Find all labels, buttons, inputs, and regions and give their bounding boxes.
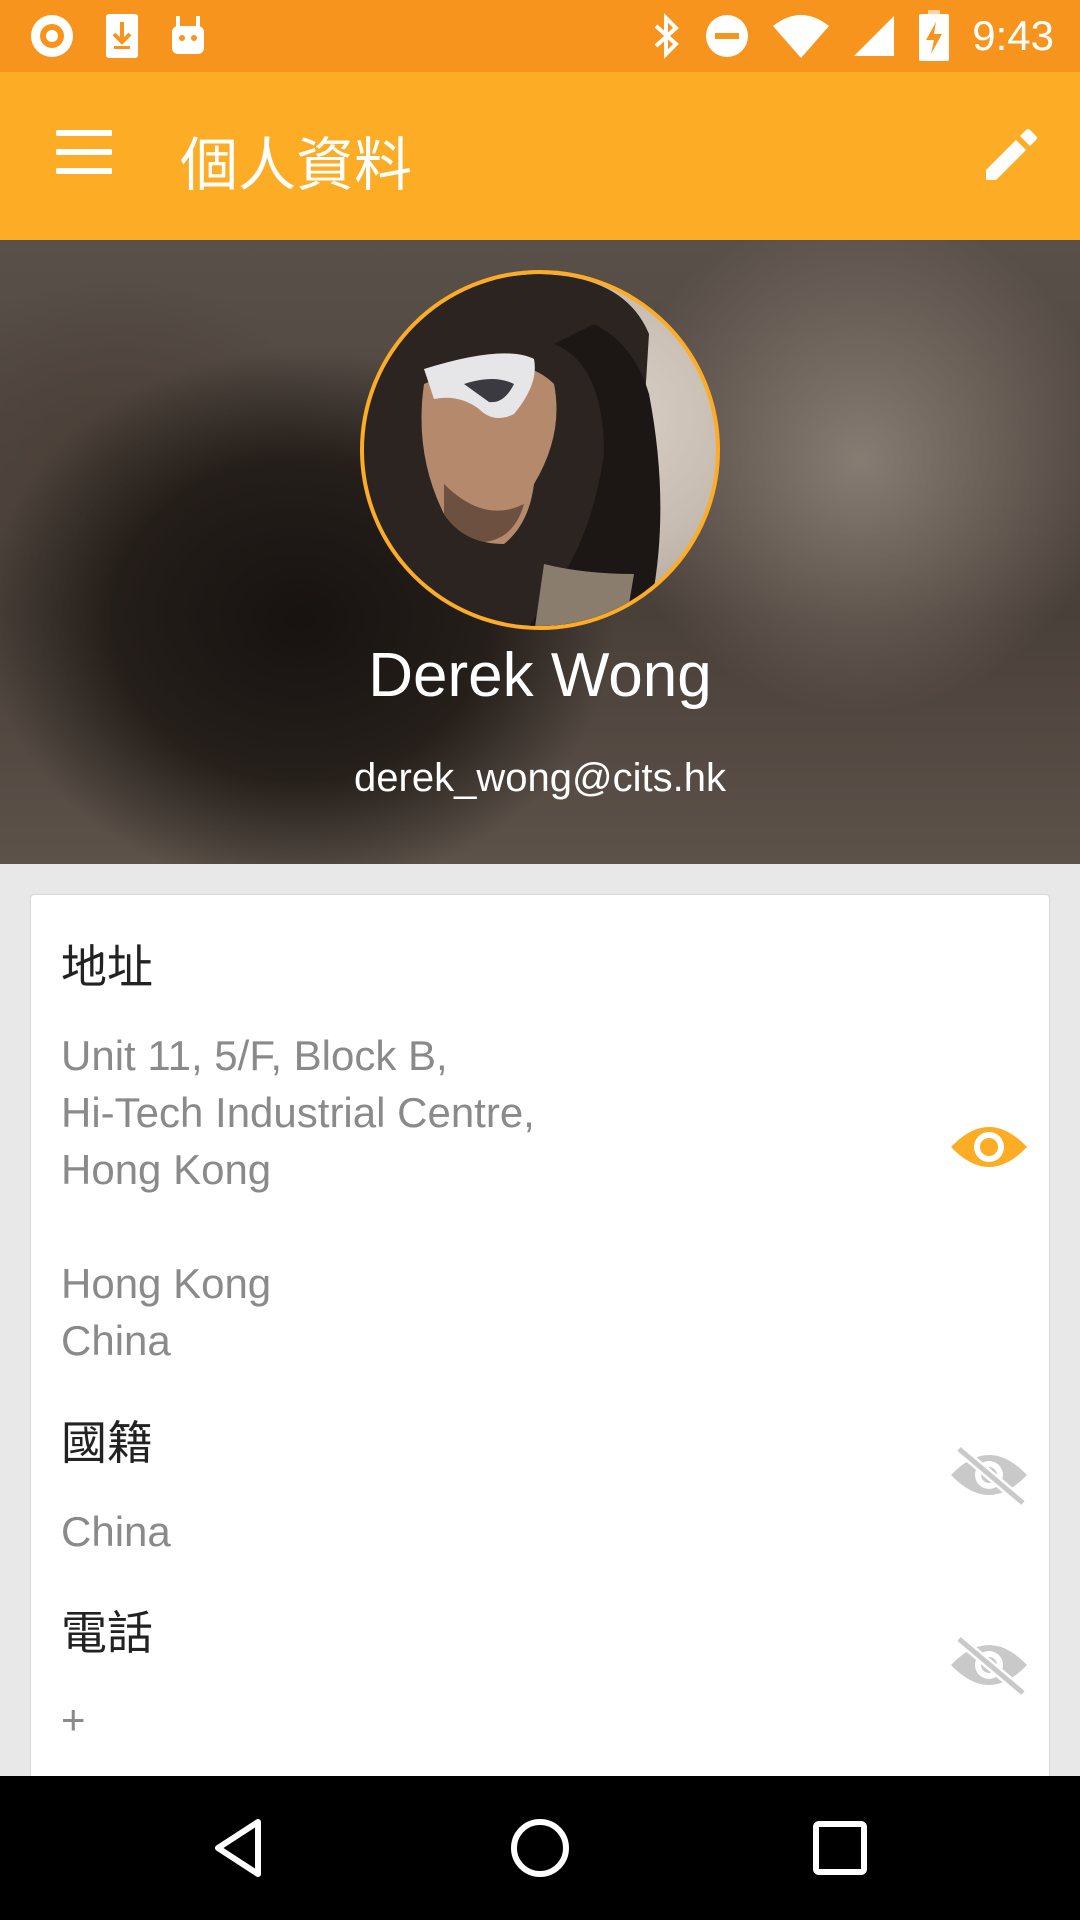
download-icon bbox=[106, 14, 138, 58]
cell-signal-icon bbox=[854, 16, 895, 56]
visibility-off-icon[interactable] bbox=[949, 1445, 1029, 1505]
do-not-disturb-icon bbox=[706, 15, 749, 57]
android-icon bbox=[172, 16, 204, 54]
status-bar: 9:43 bbox=[0, 0, 1080, 72]
recents-icon[interactable] bbox=[808, 1816, 872, 1880]
avatar-photo bbox=[364, 274, 661, 626]
back-icon[interactable] bbox=[208, 1816, 272, 1880]
phone-title: 電話 bbox=[61, 1606, 153, 1660]
phone-value: + bbox=[61, 1696, 86, 1743]
navigation-bar bbox=[0, 1776, 1080, 1920]
bluetooth-icon bbox=[654, 13, 680, 59]
app-notification-icon bbox=[31, 15, 73, 57]
home-icon[interactable] bbox=[508, 1816, 572, 1880]
visibility-off-icon[interactable] bbox=[949, 1635, 1029, 1695]
hamburger-menu-icon[interactable] bbox=[56, 130, 112, 174]
wifi-icon bbox=[773, 15, 830, 58]
nationality-title: 國籍 bbox=[61, 1416, 153, 1470]
visibility-on-icon[interactable] bbox=[949, 1117, 1029, 1177]
address-line-1: Unit 11, 5/F, Block B, Hi-Tech Industria… bbox=[61, 1032, 535, 1193]
profile-header: Derek Wong derek_wong@cits.hk bbox=[0, 240, 1080, 864]
status-time: 9:43 bbox=[972, 12, 1054, 59]
address-line-2: Hong Kong China bbox=[61, 1260, 272, 1364]
profile-email: derek_wong@cits.hk bbox=[354, 756, 726, 800]
profile-details-card: 地址 Unit 11, 5/F, Block B, Hi-Tech Indust… bbox=[30, 894, 1050, 1920]
nationality-value: China bbox=[61, 1508, 171, 1555]
page-title: 個人資料 bbox=[180, 131, 413, 199]
address-title: 地址 bbox=[61, 940, 153, 994]
profile-name: Derek Wong bbox=[368, 641, 712, 710]
app-bar: 個人資料 bbox=[0, 72, 1080, 240]
edit-pencil-icon[interactable] bbox=[980, 126, 1040, 186]
battery-charging-icon bbox=[919, 10, 950, 61]
avatar[interactable] bbox=[360, 270, 720, 630]
